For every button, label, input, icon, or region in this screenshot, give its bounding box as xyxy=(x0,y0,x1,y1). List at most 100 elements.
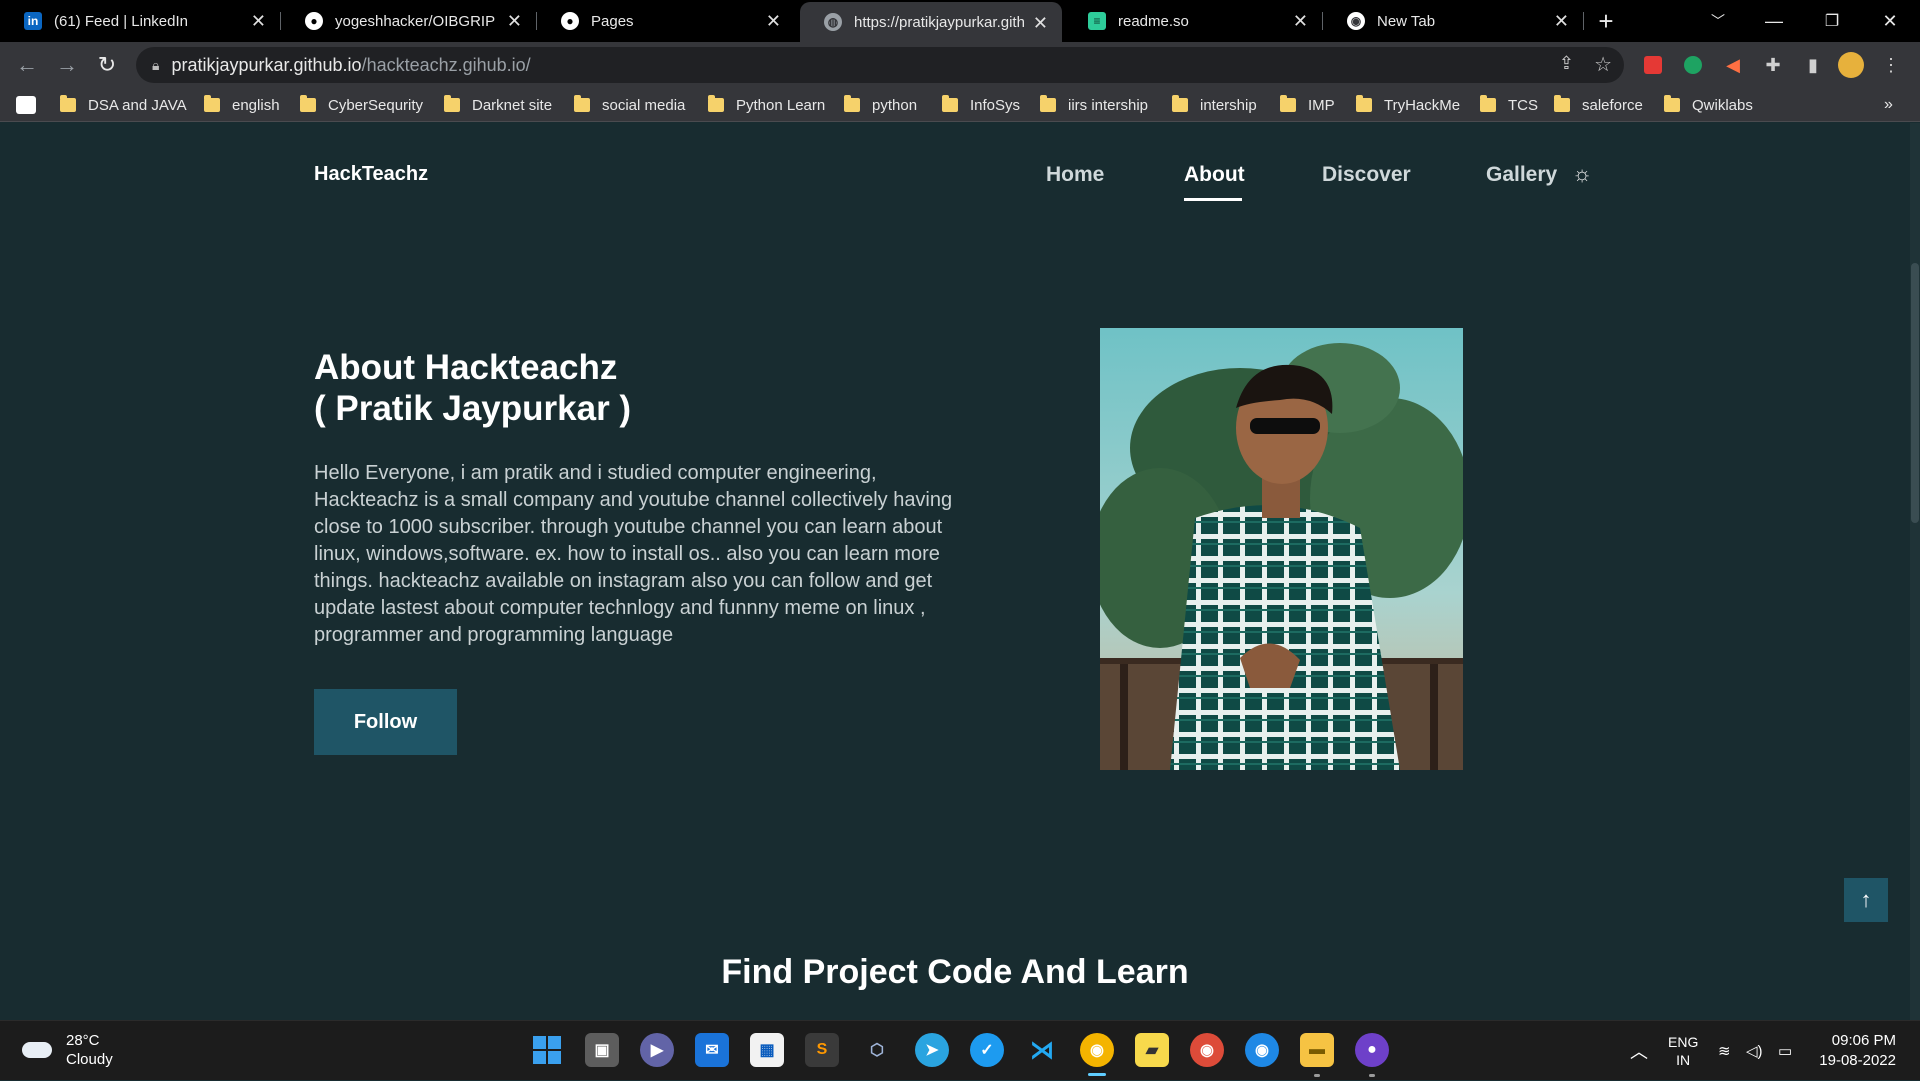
forward-button[interactable]: → xyxy=(52,50,82,80)
share-icon[interactable]: ⇪ xyxy=(1559,53,1574,74)
weather-widget[interactable]: 28°C Cloudy xyxy=(22,1031,113,1069)
bookmark-folder[interactable]: IMP xyxy=(1280,94,1335,116)
reload-button[interactable]: ↻ xyxy=(92,50,122,80)
restore-button[interactable]: ❐ xyxy=(1804,0,1860,42)
running-app-indicator xyxy=(1314,1074,1320,1077)
system-clock[interactable]: 09:06 PM 19-08-2022 xyxy=(1814,1031,1896,1071)
bookmark-folder[interactable]: intership xyxy=(1172,94,1257,116)
task-view-icon[interactable]: ▣ xyxy=(585,1033,619,1067)
address-bar[interactable]: 🔒︎ pratikjaypurkar.github.io/hackteachz.… xyxy=(136,47,1624,83)
bookmark-folder[interactable]: InfoSys xyxy=(942,94,1020,116)
bookmark-folder[interactable]: TryHackMe xyxy=(1356,94,1460,116)
language-indicator[interactable]: ENG IN xyxy=(1668,1021,1698,1081)
sublime-text-icon[interactable]: S xyxy=(805,1033,839,1067)
battery-icon[interactable]: ▭ xyxy=(1778,1021,1792,1081)
bookmark-folder[interactable]: saleforce xyxy=(1554,94,1643,116)
windows-taskbar: 28°C Cloudy ▣ ▶ ✉ ▦ S ⬡ ➤ ✓ ⋊ ◉ ▰ ◉ ◉ ▬ … xyxy=(0,1020,1920,1080)
scrollbar-thumb[interactable] xyxy=(1911,263,1919,523)
tab-github-oibgrip[interactable]: ● yogeshhacker/OIBGRIP ✕ xyxy=(281,0,536,42)
vscode-icon[interactable]: ⋊ xyxy=(1025,1033,1059,1067)
back-button[interactable]: ← xyxy=(12,50,42,80)
nav-gallery[interactable]: Gallery xyxy=(1486,163,1557,187)
sun-theme-toggle-icon[interactable]: ☼ xyxy=(1572,161,1592,187)
bookmark-folder[interactable]: CyberSequrity xyxy=(300,94,423,116)
volume-icon[interactable]: ◁) xyxy=(1746,1021,1763,1081)
about-description: Hello Everyone, i am pratik and i studie… xyxy=(314,462,953,646)
language-code: ENG xyxy=(1668,1034,1699,1050)
close-icon[interactable]: ✕ xyxy=(507,11,522,31)
minimize-button[interactable]: — xyxy=(1746,0,1802,42)
close-window-button[interactable]: ✕ xyxy=(1862,0,1918,42)
close-icon[interactable]: ✕ xyxy=(251,11,266,31)
folder-icon xyxy=(1356,95,1372,112)
tab-pages[interactable]: ● Pages ✕ xyxy=(537,0,795,42)
bookmark-folder[interactable]: Qwiklabs xyxy=(1664,94,1753,116)
scroll-to-top-arrow-icon[interactable]: ↑ xyxy=(1844,878,1888,922)
page-scrollbar[interactable] xyxy=(1910,123,1920,1020)
bookmark-folder[interactable]: social media xyxy=(574,94,685,116)
nav-discover[interactable]: Discover xyxy=(1322,163,1411,187)
file-explorer-icon[interactable]: ▬ xyxy=(1300,1033,1334,1067)
weather-desc: Cloudy xyxy=(66,1051,113,1068)
tab-new-tab[interactable]: ◉ New Tab ✕ xyxy=(1323,0,1583,42)
bookmark-folder[interactable]: python xyxy=(844,94,917,116)
new-tab-button[interactable]: + xyxy=(1584,0,1628,42)
folder-icon xyxy=(204,95,220,112)
nav-home[interactable]: Home xyxy=(1046,163,1104,187)
extension-red-icon[interactable] xyxy=(1640,52,1666,78)
twitter-icon[interactable]: ✓ xyxy=(970,1033,1004,1067)
menu-kebab-icon[interactable]: ⋮ xyxy=(1878,52,1904,78)
tray-overflow-chevron-icon[interactable]: ︿ xyxy=(1630,1021,1648,1081)
folder-icon xyxy=(1280,95,1296,112)
extension-green-icon[interactable] xyxy=(1680,52,1706,78)
sticky-notes-icon[interactable]: ▰ xyxy=(1135,1033,1169,1067)
folder-icon xyxy=(1040,95,1056,112)
close-icon[interactable]: ✕ xyxy=(1293,11,1308,31)
bookmark-folder[interactable]: iirs intership xyxy=(1040,94,1148,116)
folder-icon xyxy=(444,95,460,112)
tab-linkedin[interactable]: in (61) Feed | LinkedIn ✕ xyxy=(0,0,280,42)
mail-icon[interactable]: ✉ xyxy=(695,1033,729,1067)
extension-orange-icon[interactable]: ◀ xyxy=(1720,52,1746,78)
close-icon[interactable]: ✕ xyxy=(1554,11,1569,31)
site-brand[interactable]: HackTeachz xyxy=(314,163,428,186)
chrome-beta-icon[interactable]: ◉ xyxy=(1245,1033,1279,1067)
virtualbox-icon[interactable]: ⬡ xyxy=(860,1033,894,1067)
windows-start-icon[interactable] xyxy=(530,1033,564,1067)
extensions-puzzle-icon[interactable]: ✚ xyxy=(1760,52,1786,78)
github-icon: ● xyxy=(305,12,323,30)
bookmark-folder[interactable]: Darknet site xyxy=(444,94,552,116)
chrome-icon[interactable]: ◉ xyxy=(1190,1033,1224,1067)
tab-readme[interactable]: ≡ readme.so ✕ xyxy=(1064,0,1322,42)
folder-icon xyxy=(1480,95,1496,112)
profile-avatar[interactable] xyxy=(1838,52,1864,78)
tab-hackteachz[interactable]: ◍ https://pratikjaypurkar.github.io/hack… xyxy=(800,2,1062,42)
tab-strip: in (61) Feed | LinkedIn ✕ ● yogeshhacker… xyxy=(0,0,1920,42)
tab-title: New Tab xyxy=(1377,12,1436,30)
close-icon[interactable]: ✕ xyxy=(1033,13,1048,33)
telegram-icon[interactable]: ➤ xyxy=(915,1033,949,1067)
microsoft-store-icon[interactable]: ▦ xyxy=(750,1033,784,1067)
bookmark-folder[interactable]: DSA and JAVA xyxy=(60,94,187,116)
clock-date: 19-08-2022 xyxy=(1819,1052,1896,1069)
apps-icon[interactable] xyxy=(16,94,36,116)
tab-search-chevron-icon[interactable]: ﹀ xyxy=(1690,0,1746,42)
close-icon[interactable]: ✕ xyxy=(766,11,781,31)
follow-button[interactable]: Follow xyxy=(314,689,457,755)
folder-icon xyxy=(844,95,860,112)
bookmark-folder[interactable]: TCS xyxy=(1480,94,1538,116)
bookmark-star-icon[interactable]: ☆ xyxy=(1594,52,1612,77)
profile-photo-illustration xyxy=(1100,328,1463,770)
github-desktop-icon[interactable]: ● xyxy=(1355,1033,1389,1067)
bookmark-folder[interactable]: english xyxy=(204,94,280,116)
bookmarks-bar: DSA and JAVA english CyberSequrity Darkn… xyxy=(0,88,1920,122)
nav-about[interactable]: About xyxy=(1184,163,1245,187)
bookmarks-overflow-button[interactable]: » xyxy=(1884,94,1893,116)
bookmark-folder[interactable]: Python Learn xyxy=(708,94,825,116)
tab-title: (61) Feed | LinkedIn xyxy=(54,12,188,30)
teams-chat-icon[interactable]: ▶ xyxy=(640,1033,674,1067)
globe-icon: ◍ xyxy=(824,13,842,31)
wifi-icon[interactable]: ≋ xyxy=(1718,1021,1731,1081)
chrome-canary-icon[interactable]: ◉ xyxy=(1080,1033,1114,1067)
side-panel-icon[interactable]: ▮ xyxy=(1800,52,1826,78)
